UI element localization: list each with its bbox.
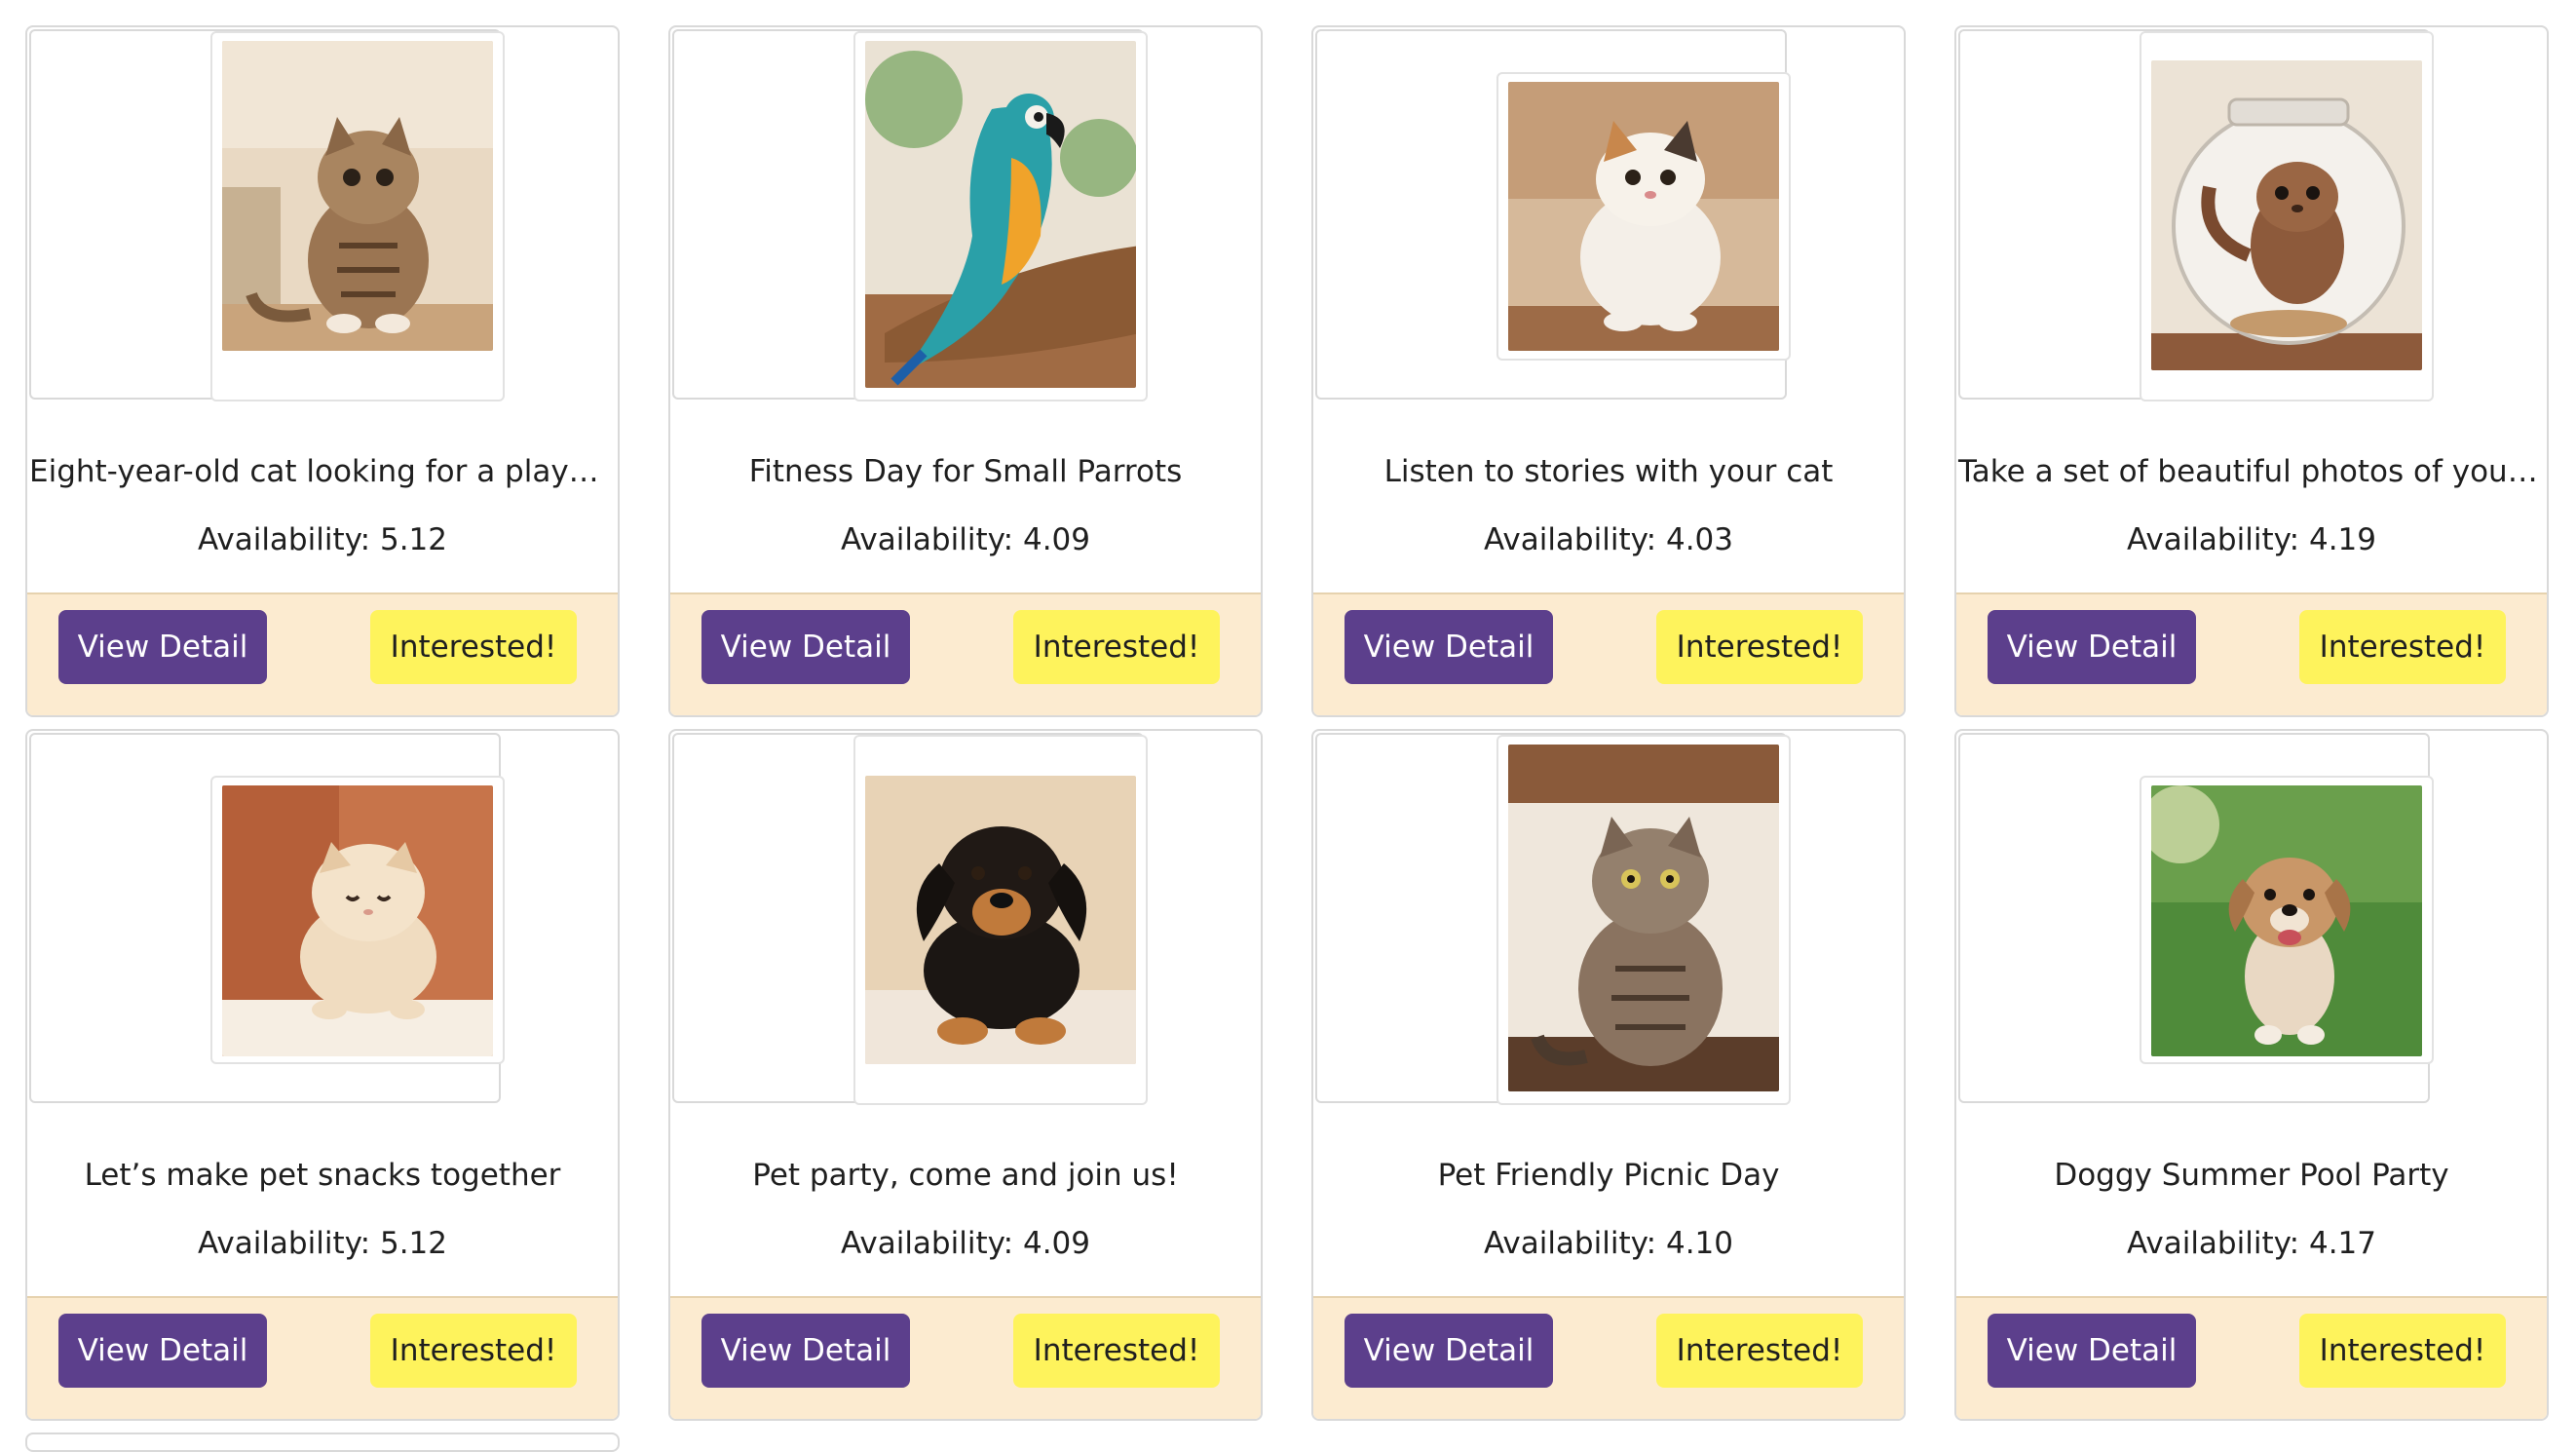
black-tan-puppy-image xyxy=(865,776,1136,1064)
card-photo-frame xyxy=(853,31,1148,401)
card-footer: View Detail Interested! xyxy=(1956,1296,2547,1419)
card-title: Listen to stories with your cat xyxy=(1383,454,1834,489)
terrier-dog-in-park-image xyxy=(2151,785,2422,1056)
card-availability: Availability: 4.10 xyxy=(1483,1226,1734,1261)
cream-kitten-image xyxy=(222,785,493,1056)
card-image-container xyxy=(1958,733,2434,1103)
card-availability: Availability: 4.03 xyxy=(1483,522,1734,557)
card-photo-frame xyxy=(1496,735,1791,1105)
card-footer: View Detail Interested! xyxy=(1313,1296,1904,1419)
interested-button[interactable]: Interested! xyxy=(2299,1314,2506,1388)
card-image-container xyxy=(1315,733,1791,1105)
card-availability: Availability: 4.19 xyxy=(2126,522,2377,557)
view-detail-button[interactable]: View Detail xyxy=(1988,1314,2196,1388)
view-detail-button[interactable]: View Detail xyxy=(58,1314,267,1388)
card-body: Take a set of beautiful photos of your p… xyxy=(1956,27,2547,596)
card-footer: View Detail Interested! xyxy=(27,1296,618,1419)
activity-card: Let’s make pet snacks together Availabil… xyxy=(25,729,620,1421)
interested-button[interactable]: Interested! xyxy=(1013,610,1220,684)
view-detail-button[interactable]: View Detail xyxy=(58,610,267,684)
activity-card: Take a set of beautiful photos of your p… xyxy=(1954,25,2549,717)
card-image-container xyxy=(1315,29,1791,400)
card-body: Eight-year-old cat looking for a playma.… xyxy=(27,27,618,596)
tabby-kitten-image xyxy=(222,41,493,351)
card-image-container xyxy=(29,29,505,401)
activity-card: Pet party, come and join us! Availabilit… xyxy=(668,729,1263,1421)
white-cat-photo xyxy=(1508,82,1779,351)
view-detail-button[interactable]: View Detail xyxy=(1345,1314,1553,1388)
dog-park-photo xyxy=(2151,785,2422,1056)
activity-card: Listen to stories with your cat Availabi… xyxy=(1311,25,1906,717)
card-title: Pet Friendly Picnic Day xyxy=(1437,1158,1780,1193)
card-image-container xyxy=(672,733,1148,1105)
card-body: Pet party, come and join us! Availabilit… xyxy=(670,731,1261,1300)
view-detail-button[interactable]: View Detail xyxy=(701,610,910,684)
activity-card: Doggy Summer Pool Party Availability: 4.… xyxy=(1954,729,2549,1421)
card-availability: Availability: 5.12 xyxy=(197,1226,448,1261)
card-body: Fitness Day for Small Parrots Availabili… xyxy=(670,27,1261,596)
tabby-kitten-photo xyxy=(222,41,493,351)
card-title: Fitness Day for Small Parrots xyxy=(748,454,1183,489)
card-body: Listen to stories with your cat Availabi… xyxy=(1313,27,1904,596)
view-detail-button[interactable]: View Detail xyxy=(1345,610,1553,684)
activity-card: Pet Friendly Picnic Day Availability: 4.… xyxy=(1311,729,1906,1421)
activity-card: Fitness Day for Small Parrots Availabili… xyxy=(668,25,1263,717)
interested-button[interactable]: Interested! xyxy=(370,1314,577,1388)
interested-button[interactable]: Interested! xyxy=(1656,610,1863,684)
card-footer: View Detail Interested! xyxy=(27,592,618,715)
card-body: Let’s make pet snacks together Availabil… xyxy=(27,731,618,1300)
view-detail-button[interactable]: View Detail xyxy=(1988,610,2196,684)
card-image-container xyxy=(29,733,505,1103)
card-availability: Availability: 5.12 xyxy=(197,522,448,557)
ferret-photo xyxy=(2151,60,2422,370)
card-title: Eight-year-old cat looking for a playma.… xyxy=(29,454,618,489)
macaw-photo xyxy=(865,41,1136,388)
card-title: Take a set of beautiful photos of your p… xyxy=(1958,454,2547,489)
card-photo-frame xyxy=(1496,72,1791,361)
card-availability: Availability: 4.09 xyxy=(840,522,1091,557)
card-photo-frame xyxy=(210,31,505,401)
next-card-edge xyxy=(25,1433,620,1452)
card-body: Doggy Summer Pool Party Availability: 4.… xyxy=(1956,731,2547,1300)
tabby-cat-photo xyxy=(1508,745,1779,1091)
blue-gold-macaw-image xyxy=(865,41,1136,388)
card-availability: Availability: 4.17 xyxy=(2126,1226,2377,1261)
card-body: Pet Friendly Picnic Day Availability: 4.… xyxy=(1313,731,1904,1300)
card-photo-frame xyxy=(853,735,1148,1105)
card-image-container xyxy=(672,29,1148,401)
card-photo-frame xyxy=(2140,776,2434,1064)
puppy-photo xyxy=(865,776,1136,1064)
card-title: Doggy Summer Pool Party xyxy=(2054,1158,2449,1193)
card-footer: View Detail Interested! xyxy=(670,592,1261,715)
white-calico-cat-image xyxy=(1508,82,1779,351)
activity-card-grid: Eight-year-old cat looking for a playma.… xyxy=(0,0,2576,1452)
activity-card: Eight-year-old cat looking for a playma.… xyxy=(25,25,620,717)
view-detail-button[interactable]: View Detail xyxy=(701,1314,910,1388)
card-availability: Availability: 4.09 xyxy=(840,1226,1091,1261)
cream-kitten-photo xyxy=(222,785,493,1056)
card-image-container xyxy=(1958,29,2434,401)
interested-button[interactable]: Interested! xyxy=(370,610,577,684)
card-footer: View Detail Interested! xyxy=(670,1296,1261,1419)
card-title: Pet party, come and join us! xyxy=(752,1158,1179,1193)
card-footer: View Detail Interested! xyxy=(1313,592,1904,715)
interested-button[interactable]: Interested! xyxy=(1013,1314,1220,1388)
ferret-in-fishbowl-image xyxy=(2151,60,2422,370)
tabby-cat-sitting-image xyxy=(1508,745,1779,1091)
card-photo-frame xyxy=(2140,31,2434,401)
interested-button[interactable]: Interested! xyxy=(1656,1314,1863,1388)
card-photo-frame xyxy=(210,776,505,1064)
card-title: Let’s make pet snacks together xyxy=(84,1158,561,1193)
card-footer: View Detail Interested! xyxy=(1956,592,2547,715)
interested-button[interactable]: Interested! xyxy=(2299,610,2506,684)
